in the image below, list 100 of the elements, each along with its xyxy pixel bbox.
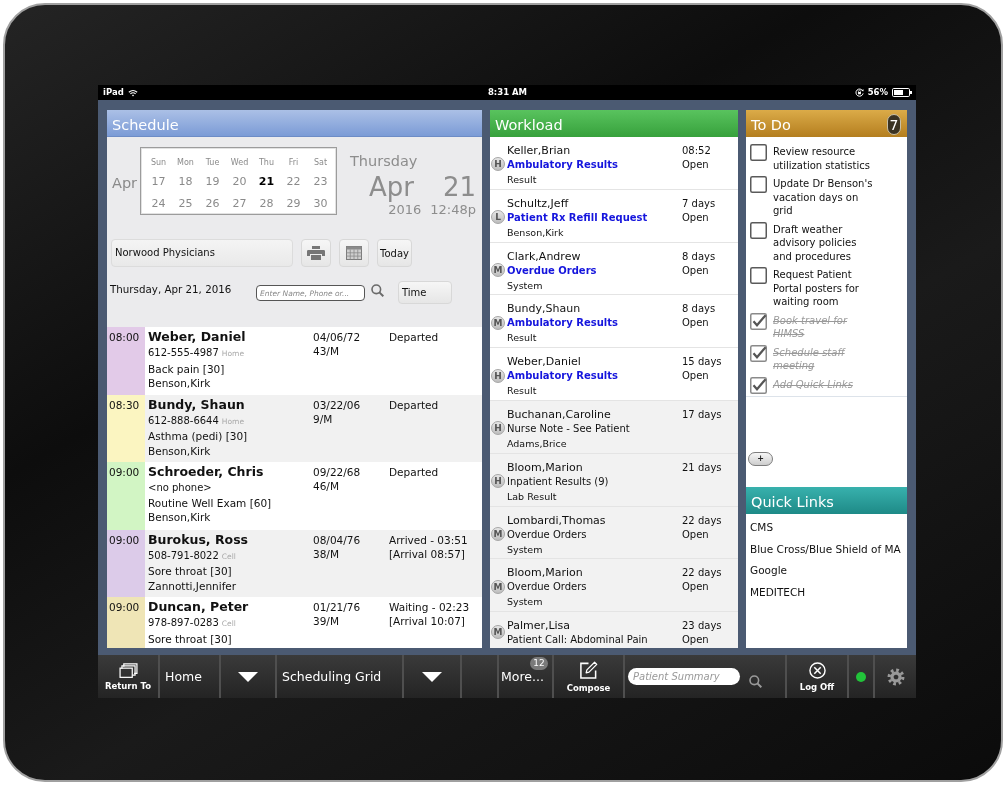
workload-row[interactable]: H Buchanan,Caroline Nurse Note - See Patient Adams,Brice 17 days [490, 401, 738, 454]
circle-x-icon [808, 661, 826, 679]
time-slot: 08:30 [107, 394, 145, 462]
calendar-day[interactable]: 26 [199, 193, 226, 215]
task-age: 22 days [682, 513, 723, 528]
checkbox[interactable] [750, 376, 767, 394]
task-type: Nurse Note - See Patient [507, 422, 631, 436]
patient-name: Buchanan,Caroline [507, 408, 612, 422]
return-to-button[interactable]: Return To [98, 655, 158, 698]
calendar-button[interactable] [339, 239, 369, 267]
patient-name: Bundy,Shaun [507, 302, 582, 317]
search-icon[interactable] [749, 675, 762, 688]
quick-links-header: Quick Links [746, 487, 907, 514]
checkbox[interactable] [750, 221, 767, 239]
checkbox[interactable] [750, 344, 767, 362]
todo-text: Schedule staff meeting [773, 345, 847, 373]
task-type: Overdue Orders [507, 527, 588, 542]
year-text: 2016 [388, 202, 422, 218]
battery-icon [892, 88, 912, 97]
quick-link[interactable]: Blue Cross/Blue Shield of MA [750, 538, 901, 560]
checkbox[interactable] [750, 176, 767, 193]
patient-name: Keller,Brian [507, 144, 572, 158]
task-age: 8 days [682, 249, 717, 264]
age-sex: 43/M [313, 344, 340, 358]
checkbox[interactable] [750, 312, 767, 330]
task-type: Overdue Orders [507, 263, 598, 278]
calendar-icon [346, 246, 362, 260]
priority-badge: H [491, 157, 505, 172]
count-badge: 12 [530, 657, 548, 670]
calendar-day[interactable]: 28 [253, 193, 280, 215]
calendar-day[interactable]: 22 [280, 171, 307, 193]
todo-text: Book travel for HIMSS [773, 313, 849, 341]
task-source: Lab Result [507, 489, 558, 504]
workload-row[interactable]: H Bloom,Marion Inpatient Results (9) Lab Result 21 days [490, 453, 738, 507]
today-button[interactable]: Today [377, 239, 412, 267]
print-button[interactable] [301, 239, 331, 267]
quick-link[interactable]: Google [750, 560, 788, 582]
task-age: 08:52 [682, 144, 712, 158]
count-badge: 7 [887, 113, 901, 135]
patient-name: Duncan, Peter [148, 598, 250, 615]
patient-name: Bloom,Marion [507, 460, 584, 475]
more-button[interactable]: More... 12 [497, 655, 552, 698]
task-age: 8 days [682, 302, 717, 317]
time-slot: 09:00 [107, 597, 145, 648]
todo-text: Update Dr Benson's vacation days on grid [773, 177, 874, 218]
log-off-button[interactable]: Log Off [785, 655, 847, 698]
add-button[interactable]: + [748, 452, 773, 466]
weekday-label: Sat [312, 157, 329, 169]
priority-badge: H [491, 421, 505, 436]
calendar-day[interactable]: 21 [253, 171, 280, 193]
sort-button[interactable]: Time [398, 281, 452, 304]
task-age: 17 days [682, 408, 723, 422]
calendar-day[interactable]: 25 [172, 193, 199, 215]
calendar-day[interactable]: 27 [226, 193, 253, 215]
task-source: Result [507, 331, 538, 346]
caret-icon [422, 671, 442, 682]
quick-link[interactable]: CMS [750, 517, 774, 539]
workload-row[interactable]: M Palmer,Lisa Patient Call: Abdominal Pain 23 days Open [490, 612, 738, 648]
birth-date: 09/22/68 [313, 465, 362, 479]
todo-text: Add Quick Links [773, 377, 854, 391]
task-source: Benson,Kirk [507, 225, 565, 240]
printer-icon [307, 246, 325, 260]
view-button[interactable]: Scheduling Grid [275, 655, 402, 698]
calendar-day[interactable]: 19 [199, 171, 226, 193]
checkbox[interactable] [750, 267, 767, 284]
visit-status: Waiting - 02:23 [389, 600, 471, 614]
location-field[interactable]: Norwood Physicians [111, 239, 293, 267]
birth-date: 04/06/72 [313, 330, 362, 344]
quick-link[interactable]: MEDITECH [750, 581, 806, 603]
home-button[interactable]: Home [158, 655, 219, 698]
workload-row[interactable]: M Lombardi,Thomas Overdue Orders System 22 days Open [490, 506, 738, 560]
time-slot: 09:00 [107, 529, 145, 597]
task-status: Open [682, 527, 710, 542]
month-text: Apr [369, 172, 414, 202]
month-label: Apr [111, 174, 139, 191]
calendar-day[interactable]: 20 [226, 171, 253, 193]
calendar-day[interactable]: 29 [280, 193, 307, 215]
appointment-row[interactable]: 09:00 Schroeder, Chris <no phone> Routine Well Exam [60] Benson,Kirk 09/22/68 46/M Departed [107, 462, 482, 530]
time-text: 12:48p [430, 202, 476, 218]
birth-date: 03/22/06 [313, 397, 362, 412]
task-source: Result [507, 384, 538, 399]
todo-text: Review resource utilization statistics [773, 145, 871, 172]
windows-stack-icon [118, 662, 138, 678]
patient-summary-field[interactable]: Patient Summary [628, 668, 740, 685]
task-status: Open [682, 158, 710, 172]
priority-badge: M [491, 624, 505, 639]
time-slot: 08:00 [107, 327, 145, 395]
patient-name: Burokus, Ross [148, 530, 250, 548]
patient-name: Lombardi,Thomas [507, 513, 607, 528]
weekday-label: Fri [287, 157, 300, 169]
age-sex: 9/M [313, 411, 334, 426]
calendar-day[interactable]: 23 [307, 171, 334, 193]
checkbox[interactable] [750, 144, 767, 161]
task-age: 22 days [682, 566, 723, 581]
search-icon[interactable] [371, 284, 384, 297]
workload-row[interactable]: M Bloom,Marion Overdue Orders System 22 days Open [490, 559, 738, 613]
task-type: Inpatient Results (9) [507, 474, 610, 489]
calendar-day[interactable]: 30 [307, 193, 334, 215]
compose-button[interactable]: Compose [552, 655, 623, 698]
priority-badge: M [491, 579, 505, 594]
